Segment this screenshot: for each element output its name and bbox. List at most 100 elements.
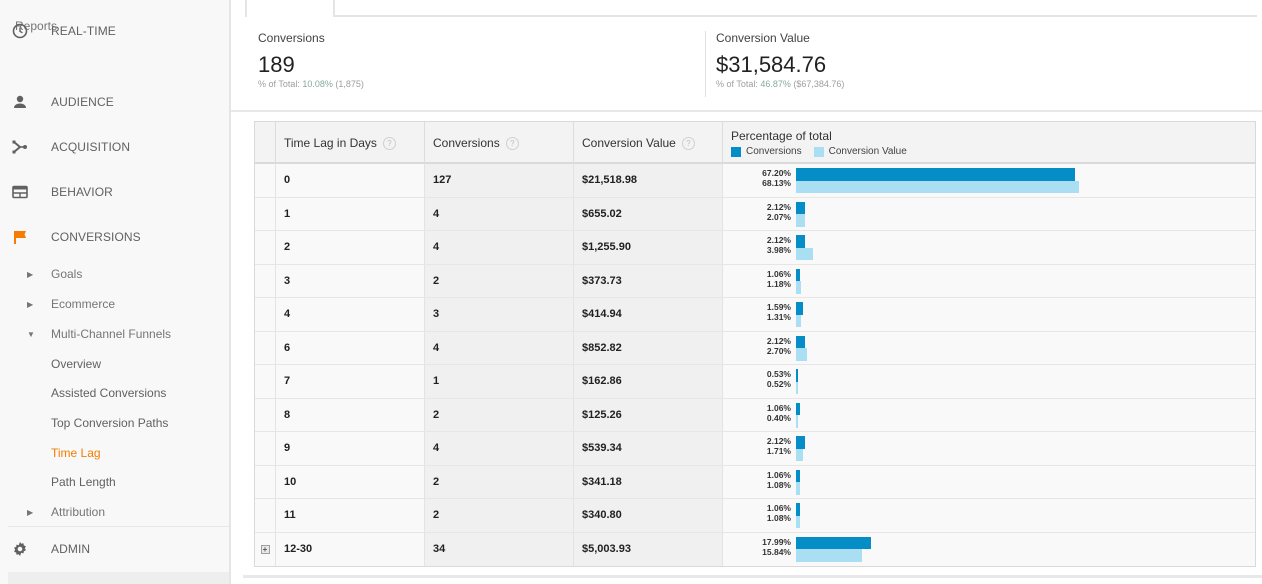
table-row: 9 4 $539.34 2.12% 1.71% xyxy=(255,432,1255,466)
percent-value-label: 1.08% xyxy=(766,479,791,490)
bar-conversions xyxy=(796,335,805,348)
cell-time-lag: 12-30 xyxy=(276,532,425,566)
main-content: Conversions 189 % of Total: 10.08% (1,87… xyxy=(231,0,1262,584)
bar-conversions xyxy=(796,402,801,415)
percent-conversions-label: 1.06% xyxy=(766,268,791,279)
sidebar-item-multi-channel-funnels[interactable]: ▼ Multi-Channel Funnels xyxy=(0,319,229,349)
percent-conversions-label: 1.06% xyxy=(766,469,791,480)
percent-value-label: 2.07% xyxy=(766,211,791,222)
percent-labels: 2.12% 2.07% xyxy=(723,202,791,222)
table-row: 1 4 $655.02 2.12% 2.07% xyxy=(255,197,1255,231)
header-time-lag[interactable]: Time Lag in Days ? xyxy=(276,122,425,164)
cell-conversion-value: $125.26 xyxy=(574,398,723,431)
metric-value: $31,584.76 xyxy=(716,52,827,77)
cell-conversion-value: $539.34 xyxy=(574,432,723,465)
bar-conversion-value xyxy=(796,515,801,528)
row-expander-cell xyxy=(255,365,276,398)
bar-conversions xyxy=(796,201,805,214)
bar-conversions xyxy=(796,536,871,549)
cell-time-lag: 7 xyxy=(276,365,425,398)
percent-labels: 1.59% 1.31% xyxy=(723,302,791,322)
header-conversions[interactable]: Conversions ? xyxy=(425,122,574,164)
cell-conversions: 4 xyxy=(425,432,574,465)
acquisition-icon xyxy=(12,139,28,155)
percent-value-label: 2.70% xyxy=(766,345,791,356)
percent-value-label: 1.18% xyxy=(766,278,791,289)
sidebar-item-overview[interactable]: Overview xyxy=(0,349,229,379)
sidebar-item-conversions[interactable]: CONVERSIONS xyxy=(0,215,229,259)
bar-conversions xyxy=(796,469,801,482)
table-row: 2 4 $1,255.90 2.12% 3.98% xyxy=(255,231,1255,265)
metric-conversion-value: Conversion Value $31,584.76 % of Total: … xyxy=(716,31,844,89)
percent-bars xyxy=(796,268,801,294)
summary-divider xyxy=(231,110,1262,112)
bar-conversion-value xyxy=(796,214,805,227)
help-icon[interactable]: ? xyxy=(382,136,396,150)
percent-bars xyxy=(796,503,801,528)
percent-labels: 1.06% 1.08% xyxy=(723,503,791,523)
flag-icon xyxy=(12,229,28,245)
cell-conversion-value: $340.80 xyxy=(574,499,723,532)
legend-label: Conversion Value xyxy=(828,146,907,157)
cell-conversions: 3 xyxy=(425,298,574,331)
table-row: 8 2 $125.26 1.06% 0.40% xyxy=(255,398,1255,432)
help-icon[interactable]: ? xyxy=(681,136,695,150)
sidebar-item-top-conversion-paths[interactable]: Top Conversion Paths xyxy=(0,408,229,438)
percent-conversions-label: 2.12% xyxy=(766,201,791,212)
percent-bars xyxy=(796,369,799,394)
sidebar-item-audience[interactable]: AUDIENCE xyxy=(0,80,229,124)
sidebar-item-acquisition[interactable]: ACQUISITION xyxy=(0,125,229,169)
cell-percentage-bars: 17.99% 15.84% xyxy=(723,533,1255,567)
cell-conversions: 2 xyxy=(425,264,574,297)
header-label: Conversion Value xyxy=(582,136,676,150)
bar-conversions xyxy=(796,369,799,382)
percent-value-label: 0.40% xyxy=(766,412,791,423)
legend-item-conversions: Conversions xyxy=(731,146,802,157)
collapse-arrow-icon: ▼ xyxy=(27,329,35,339)
metric-sub-total: (1,875) xyxy=(332,79,364,89)
sidebar-item-real-time[interactable]: REAL-TIME xyxy=(0,9,229,53)
chart-legend: Conversions Conversion Value xyxy=(731,146,919,157)
sidebar-item-label: Overview xyxy=(51,357,102,371)
percent-bars xyxy=(796,201,805,227)
percent-conversions-label: 1.06% xyxy=(766,402,791,413)
sidebar-item-assisted-conversions[interactable]: Assisted Conversions xyxy=(0,378,229,408)
sidebar-item-path-length[interactable]: Path Length xyxy=(0,467,229,497)
sidebar-item-ecommerce[interactable]: ▶ Ecommerce xyxy=(0,289,229,319)
percent-conversions-label: 17.99% xyxy=(762,536,791,547)
table-row: 3 2 $373.73 1.06% 1.18% xyxy=(255,264,1255,298)
cell-conversions: 4 xyxy=(425,331,574,364)
row-expander-cell xyxy=(255,331,276,364)
cell-percentage-bars: 1.06% 0.40% xyxy=(723,399,1255,432)
cell-conversion-value: $21,518.98 xyxy=(574,164,723,197)
sidebar-item-time-lag[interactable]: Time Lag xyxy=(0,438,229,468)
sidebar-item-behavior[interactable]: BEHAVIOR xyxy=(0,170,229,214)
expand-row-icon[interactable]: + xyxy=(260,544,270,554)
expand-arrow-icon: ▶ xyxy=(27,299,34,309)
percent-labels: 67.20% 68.13% xyxy=(723,168,791,188)
cell-conversion-value: $852.82 xyxy=(574,331,723,364)
percent-value-label: 0.52% xyxy=(766,379,791,389)
sidebar-item-label: AUDIENCE xyxy=(51,95,114,109)
header-conversion-value[interactable]: Conversion Value ? xyxy=(574,122,723,164)
content-footer-divider xyxy=(243,575,1262,578)
behavior-icon xyxy=(12,184,28,200)
cell-conversion-value: $162.86 xyxy=(574,365,723,398)
sidebar-item-admin[interactable]: ADMIN xyxy=(0,527,229,571)
percent-bars xyxy=(796,302,803,327)
clock-icon xyxy=(12,23,28,39)
help-icon[interactable]: ? xyxy=(505,136,519,150)
cell-conversions: 34 xyxy=(425,532,574,566)
percent-bars xyxy=(796,168,1079,193)
cell-time-lag: 8 xyxy=(276,398,425,431)
summary-tab[interactable] xyxy=(245,0,335,17)
cell-percentage-bars: 2.12% 2.70% xyxy=(723,332,1255,365)
sidebar-item-attribution[interactable]: ▶ Attribution xyxy=(0,497,229,527)
row-expander-cell xyxy=(255,197,276,230)
sidebar-item-goals[interactable]: ▶ Goals xyxy=(0,259,229,289)
header-percentage-of-total: Percentage of total Conversions Conversi… xyxy=(723,122,1255,164)
row-expander-cell xyxy=(255,298,276,331)
row-expander-cell: + xyxy=(255,532,276,566)
sidebar-item-label: ACQUISITION xyxy=(51,140,131,154)
bar-conversions xyxy=(796,268,801,281)
